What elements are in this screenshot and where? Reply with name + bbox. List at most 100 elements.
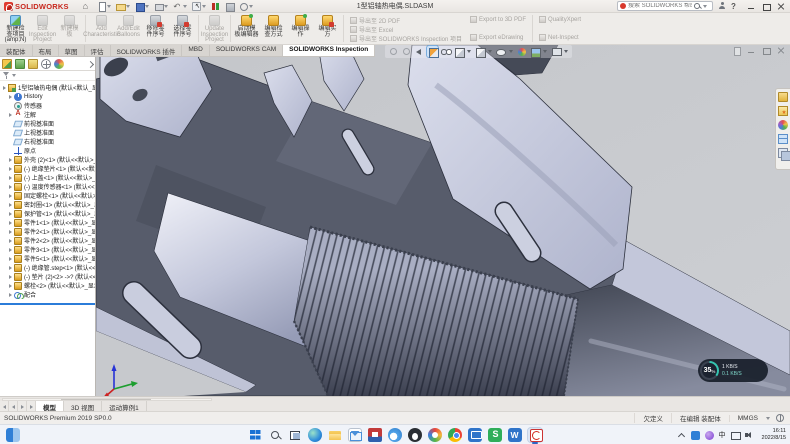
export-inspection-project-button[interactable]: 导出至 SOLIDWORKS Inspection 项目 bbox=[350, 34, 462, 43]
restore-button[interactable] bbox=[761, 2, 771, 11]
update-inspection-project-button[interactable]: Update Inspection Project bbox=[201, 14, 228, 44]
file-explorer-icon[interactable] bbox=[778, 106, 788, 116]
widgets-icon[interactable] bbox=[6, 428, 20, 442]
edit-inspection-methods-button[interactable]: 编辑检 查方式 bbox=[260, 14, 287, 38]
minimize-button[interactable] bbox=[746, 2, 756, 11]
start-button[interactable] bbox=[248, 428, 262, 442]
tree-item-component[interactable]: 保护管<1> (默认<<默认>_显示状态 bbox=[0, 209, 95, 218]
add-characteristic-button[interactable]: Add Characteristic bbox=[88, 14, 115, 38]
solidworks-taskbar-icon[interactable] bbox=[528, 428, 542, 442]
tab-mbd[interactable]: MBD bbox=[182, 45, 209, 56]
export-edrawing-button[interactable]: Export eDrawing bbox=[470, 34, 526, 41]
tree-item-origin[interactable]: 原点 bbox=[0, 146, 95, 155]
scrollbar-thumb[interactable] bbox=[61, 399, 151, 400]
appearances-scenes-icon[interactable] bbox=[778, 120, 788, 130]
sign-in-icon[interactable] bbox=[718, 2, 726, 10]
solidworks-logo[interactable]: SOLIDWORKS bbox=[0, 2, 75, 11]
previous-view-icon[interactable] bbox=[414, 46, 425, 57]
net-inspect-button[interactable]: Net-Inspect bbox=[539, 34, 581, 41]
tree-item-right-plane[interactable]: 右视基准面 bbox=[0, 137, 95, 146]
zoom-fit-icon[interactable] bbox=[388, 46, 399, 57]
view-orientation-icon[interactable] bbox=[453, 46, 464, 57]
search-input[interactable] bbox=[628, 3, 692, 9]
quick-tips-icon[interactable] bbox=[776, 414, 784, 422]
wps-icon[interactable] bbox=[508, 428, 522, 442]
help-search-box[interactable] bbox=[617, 1, 713, 11]
propertymanager-icon[interactable] bbox=[15, 59, 25, 69]
tab-solidworks-inspection[interactable]: SOLIDWORKS Inspection bbox=[283, 45, 375, 56]
tree-item-component[interactable]: 固定螺栓<1> (默认<<默认>_显示状 bbox=[0, 191, 95, 200]
tree-item-component[interactable]: 零件3<1> (默认<<默认>_显示状态 bbox=[0, 245, 95, 254]
tree-root[interactable]: 1型铝轴热电偶 (默认<默认_显示状态-1> bbox=[0, 83, 95, 92]
custom-properties-icon[interactable] bbox=[778, 148, 788, 158]
view-palette-icon[interactable] bbox=[778, 134, 788, 144]
tree-item-component[interactable]: (-) 垫片 (2)<2> ->? (默认<<默认> bbox=[0, 272, 95, 281]
file-explorer-taskbar-icon[interactable] bbox=[328, 428, 342, 442]
tree-item-component[interactable]: 零件5<1> (默认<<默认>_显示状态 bbox=[0, 254, 95, 263]
new-inspection-project-button[interactable]: 新建检 查项目 (amp;N) bbox=[2, 14, 29, 44]
export-3d-pdf-button[interactable]: Export to 3D PDF bbox=[470, 16, 526, 23]
chevron-down-icon[interactable] bbox=[488, 50, 492, 53]
tree-splitter[interactable] bbox=[0, 303, 96, 305]
home-button[interactable] bbox=[83, 2, 92, 11]
hidden-icons-chevron[interactable] bbox=[677, 431, 686, 440]
app-icon-store[interactable] bbox=[368, 428, 382, 442]
edit-operations-button[interactable]: 编辑操 作 bbox=[287, 14, 314, 38]
chevron-down-icon[interactable] bbox=[467, 50, 471, 53]
status-units[interactable]: MMGS bbox=[729, 415, 766, 422]
design-library-icon[interactable] bbox=[778, 92, 788, 102]
tab-layout[interactable]: 布局 bbox=[33, 45, 59, 56]
cloud-app-icon[interactable] bbox=[388, 428, 402, 442]
tree-item-top-plane[interactable]: 上视基准面 bbox=[0, 128, 95, 137]
new-document-button[interactable] bbox=[97, 2, 111, 11]
apply-scene-icon[interactable] bbox=[529, 46, 540, 57]
tree-item-sensors[interactable]: 传感器 bbox=[0, 101, 95, 110]
tree-item-component[interactable]: (-) 温度传感器<1> (默认<<默认>_显 bbox=[0, 182, 95, 191]
more-tabs-icon[interactable] bbox=[87, 59, 93, 69]
chrome-icon[interactable] bbox=[448, 428, 462, 442]
new-template-button[interactable]: 新建模 板 bbox=[56, 14, 83, 38]
add-edit-balloons-button[interactable]: Add/Edit Balloons bbox=[115, 14, 142, 38]
export-2d-pdf-button[interactable]: 导出至 2D PDF bbox=[350, 16, 462, 25]
taskbar-clock[interactable]: 16:11 2022/8/15 bbox=[762, 428, 786, 442]
graphics-area[interactable] bbox=[96, 45, 790, 396]
document-close-button[interactable] bbox=[777, 46, 786, 55]
launch-template-editor-button[interactable]: 启动模 板编辑器 bbox=[233, 14, 260, 38]
tree-item-component[interactable]: (-) 绝缘垫片<1> (默认<<默认>_显示 bbox=[0, 164, 95, 173]
tray-ball-icon[interactable] bbox=[705, 431, 714, 440]
filter-icon[interactable] bbox=[3, 72, 10, 79]
dynamic-annotation-views-icon[interactable] bbox=[440, 46, 451, 57]
net-speed-overlay[interactable]: 35% 1 KB/S 0.1 KB/S bbox=[698, 359, 768, 382]
chevron-down-icon[interactable] bbox=[766, 417, 770, 420]
tree-item-component[interactable]: 外壳 (2)<1> (默认<<默认>_显示状态 bbox=[0, 155, 95, 164]
file-properties-button[interactable] bbox=[225, 2, 234, 11]
tree-item-component[interactable]: 零件1<1> (默认<<默认>_显示状态 bbox=[0, 218, 95, 227]
help-icon[interactable] bbox=[731, 2, 741, 11]
browser-360-icon[interactable] bbox=[428, 428, 442, 442]
display-style-icon[interactable] bbox=[474, 46, 485, 57]
tab-addins[interactable]: SOLIDWORKS 插件 bbox=[111, 45, 183, 56]
zoom-area-icon[interactable] bbox=[401, 46, 412, 57]
tab-assembly[interactable]: 装配体 bbox=[0, 45, 33, 56]
taskbar-search-icon[interactable] bbox=[268, 428, 282, 442]
document-restore-button[interactable] bbox=[762, 46, 771, 55]
undo-button[interactable] bbox=[173, 2, 187, 11]
tree-item-component[interactable]: (-) 上盖<1> (默认<<默认>_显示状态 bbox=[0, 173, 95, 182]
tree-item-component[interactable]: (-) 绝缘管.step<1> (默认<<默认> bbox=[0, 263, 95, 272]
section-view-icon[interactable] bbox=[427, 46, 438, 57]
tree-item-mates[interactable]: 配合 bbox=[0, 290, 95, 299]
displaymanager-icon[interactable] bbox=[54, 59, 64, 69]
export-excel-button[interactable]: 导出至 Excel bbox=[350, 25, 462, 34]
select-balloons-button[interactable]: 选择零 件序号 bbox=[169, 14, 196, 38]
chevron-down-icon[interactable] bbox=[564, 50, 568, 53]
hide-show-items-icon[interactable] bbox=[495, 46, 506, 57]
remote-app-icon[interactable] bbox=[468, 428, 482, 442]
close-button[interactable] bbox=[776, 2, 786, 11]
app-green-s-icon[interactable] bbox=[488, 428, 502, 442]
document-minimize-button[interactable] bbox=[747, 46, 756, 55]
qualityxpert-button[interactable]: QualityXpert bbox=[539, 16, 581, 23]
tree-item-front-plane[interactable]: 前视基准面 bbox=[0, 119, 95, 128]
task-view-icon[interactable] bbox=[288, 428, 302, 442]
3d-model-section-view[interactable] bbox=[96, 45, 790, 396]
tab-sketch[interactable]: 草图 bbox=[59, 45, 85, 56]
